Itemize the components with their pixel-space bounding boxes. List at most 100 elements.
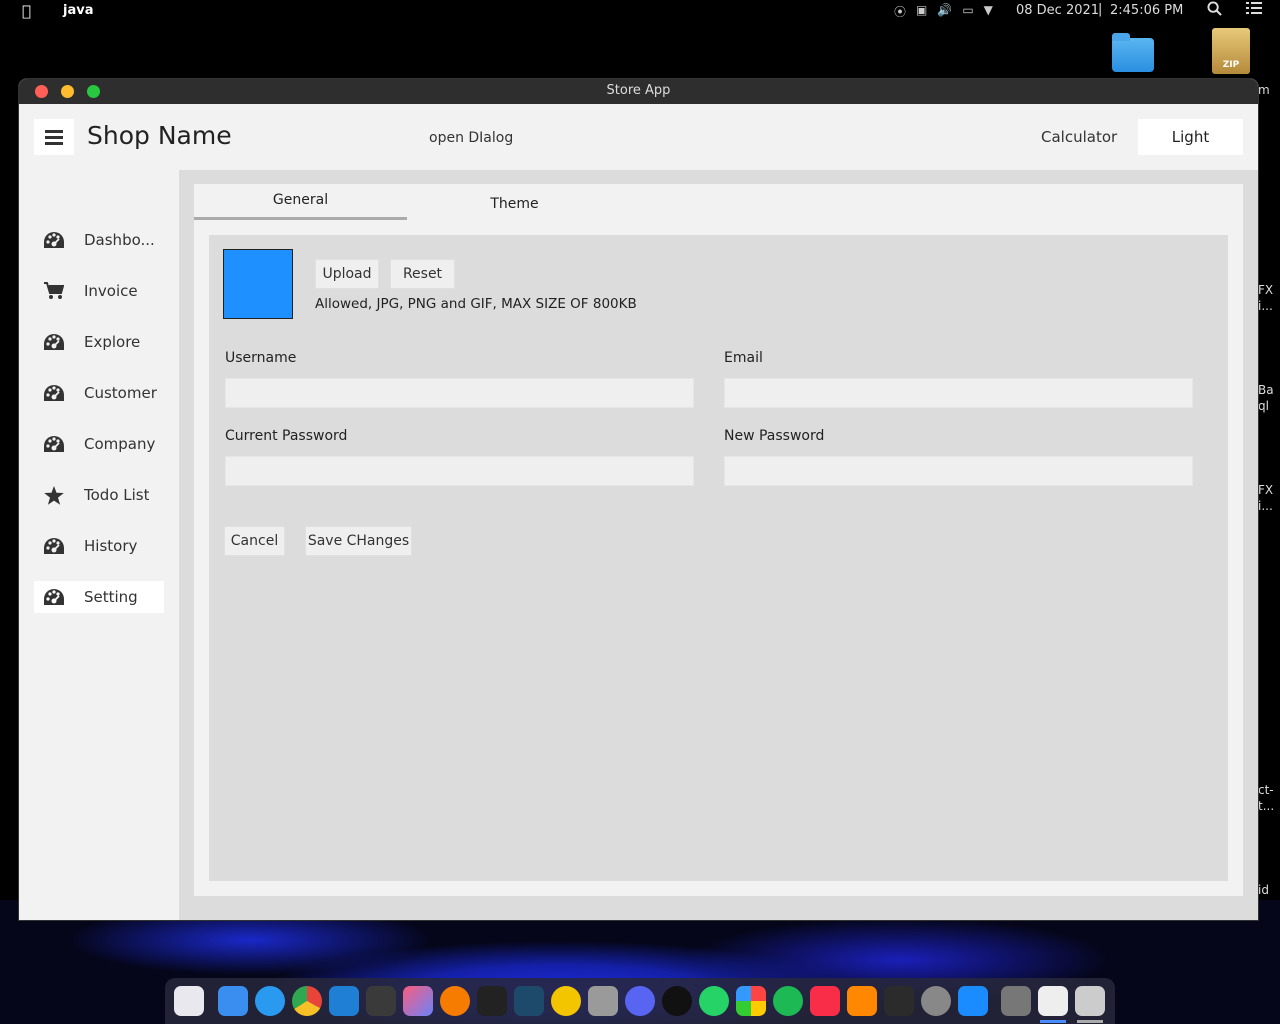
close-window-button[interactable] bbox=[35, 85, 48, 98]
menubar-separator: | bbox=[1098, 2, 1103, 17]
xquartz-icon[interactable] bbox=[1038, 986, 1068, 1016]
spotlight-search-icon[interactable] bbox=[1207, 1, 1222, 20]
github-icon[interactable] bbox=[662, 986, 692, 1016]
launchpad-icon[interactable] bbox=[174, 986, 204, 1016]
display-icon[interactable]: ▭ bbox=[962, 3, 973, 20]
menubar-date[interactable]: 08 Dec 2021 bbox=[1016, 3, 1099, 18]
intellij-icon[interactable] bbox=[403, 986, 433, 1016]
dock-active-indicator bbox=[1077, 1020, 1103, 1023]
current-password-field[interactable] bbox=[225, 456, 694, 486]
sidebar-item-todo-list[interactable]: Todo List bbox=[34, 479, 164, 511]
dashboard-icon bbox=[42, 536, 66, 556]
sidebar-item-label: Dashbo... bbox=[84, 231, 155, 249]
hamburger-menu-button[interactable] bbox=[34, 119, 74, 155]
whatsapp-icon[interactable] bbox=[699, 986, 729, 1016]
status-app-icon[interactable]: ⦿ bbox=[894, 3, 906, 20]
menubar-time[interactable]: 2:45:06 PM bbox=[1110, 3, 1183, 18]
general-settings-form: Upload Reset Allowed, JPG, PNG and GIF, … bbox=[209, 235, 1228, 881]
sidebar-item-label: Invoice bbox=[84, 282, 138, 300]
database-icon[interactable] bbox=[588, 986, 618, 1016]
sidebar-item-explore[interactable]: Explore bbox=[34, 326, 164, 358]
sidebar-item-company[interactable]: Company bbox=[34, 428, 164, 460]
dashboard-icon bbox=[42, 230, 66, 250]
hamburger-icon bbox=[45, 130, 63, 145]
sidebar-item-setting[interactable]: Setting bbox=[34, 581, 164, 613]
status-icons: ⦿ ▣ 🔊 ▭ ▼ bbox=[894, 3, 993, 20]
minimize-window-button[interactable] bbox=[61, 85, 74, 98]
apple-icon[interactable]:  bbox=[22, 2, 31, 20]
cancel-button[interactable]: Cancel bbox=[224, 526, 285, 556]
store-app-window: Store App Shop Name open DIalog Calculat… bbox=[19, 79, 1258, 920]
discord-icon[interactable] bbox=[625, 986, 655, 1016]
edge-text: m bbox=[1258, 83, 1270, 97]
mysql-workbench-icon[interactable] bbox=[514, 986, 544, 1016]
trash-icon[interactable] bbox=[1001, 986, 1031, 1016]
control-center-icon[interactable] bbox=[1246, 1, 1262, 19]
settings-panel: General Theme Upload Reset Allowed, JPG,… bbox=[194, 184, 1243, 896]
sublime-icon[interactable] bbox=[366, 986, 396, 1016]
edge-text: FX bbox=[1258, 483, 1274, 497]
music-icon[interactable] bbox=[810, 986, 840, 1016]
window-titlebar[interactable]: Store App bbox=[19, 79, 1258, 104]
app-header: Shop Name open DIalog Calculator Light bbox=[19, 104, 1258, 170]
screenshot-icon[interactable] bbox=[1075, 986, 1105, 1016]
terminal-icon[interactable] bbox=[884, 986, 914, 1016]
dashboard-icon bbox=[42, 383, 66, 403]
cart-icon bbox=[42, 281, 66, 301]
sidebar-item-dashboard[interactable]: Dashbo... bbox=[34, 224, 164, 256]
allowed-formats-text: Allowed, JPG, PNG and GIF, MAX SIZE OF 8… bbox=[315, 296, 637, 312]
upload-button[interactable]: Upload bbox=[315, 259, 379, 289]
system-preferences-icon[interactable] bbox=[921, 986, 951, 1016]
sidebar-item-customer[interactable]: Customer bbox=[34, 377, 164, 409]
volume-icon[interactable]: 🔊 bbox=[937, 3, 952, 20]
email-field[interactable] bbox=[724, 378, 1193, 408]
chevron-down-icon[interactable]: ▼ bbox=[984, 3, 993, 20]
edge-text: ql bbox=[1258, 399, 1269, 413]
username-field[interactable] bbox=[225, 378, 694, 408]
vlc-icon[interactable] bbox=[847, 986, 877, 1016]
star-icon bbox=[42, 485, 66, 505]
sidebar-item-label: Todo List bbox=[84, 486, 150, 504]
bitwarden-icon[interactable] bbox=[551, 986, 581, 1016]
save-changes-button[interactable]: Save CHanges bbox=[305, 526, 412, 556]
tab-theme[interactable]: Theme bbox=[407, 184, 622, 220]
chrome-icon[interactable] bbox=[292, 986, 322, 1016]
sidebar-item-label: History bbox=[84, 537, 138, 555]
safari-icon[interactable] bbox=[255, 986, 285, 1016]
sidebar-item-label: Company bbox=[84, 435, 156, 453]
sidebar: Dashbo... Invoice Explore Customer Compa… bbox=[19, 170, 179, 920]
clipboard-icon[interactable]: ▣ bbox=[916, 3, 927, 20]
shop-name-title: Shop Name bbox=[87, 121, 232, 150]
desktop-folder-icon[interactable] bbox=[1112, 33, 1154, 72]
spotify-icon[interactable] bbox=[773, 986, 803, 1016]
tab-general[interactable]: General bbox=[194, 184, 407, 220]
zip-label: ZIP bbox=[1222, 60, 1240, 70]
terminal-code-icon[interactable] bbox=[477, 986, 507, 1016]
edge-text: ct- bbox=[1258, 783, 1274, 797]
postman-icon[interactable] bbox=[440, 986, 470, 1016]
finder-icon[interactable] bbox=[218, 986, 248, 1016]
dock-active-indicator bbox=[1040, 1020, 1066, 1023]
edge-text: Ba bbox=[1258, 383, 1274, 397]
reset-button[interactable]: Reset bbox=[390, 259, 455, 289]
theme-toggle-button[interactable]: Light bbox=[1138, 119, 1243, 155]
sidebar-item-history[interactable]: History bbox=[34, 530, 164, 562]
desktop-zip-icon[interactable]: ZIP bbox=[1212, 28, 1250, 74]
app-store-icon[interactable] bbox=[958, 986, 988, 1016]
active-app-name[interactable]: java bbox=[63, 3, 93, 18]
vscode-icon[interactable] bbox=[329, 986, 359, 1016]
dock bbox=[165, 978, 1115, 1024]
new-password-label: New Password bbox=[724, 428, 825, 444]
open-dialog-button[interactable]: open DIalog bbox=[429, 130, 513, 146]
maximize-window-button[interactable] bbox=[87, 85, 100, 98]
edge-text: FX bbox=[1258, 283, 1274, 297]
new-password-field[interactable] bbox=[724, 456, 1193, 486]
edge-text: i... bbox=[1258, 499, 1273, 513]
photos-icon[interactable] bbox=[736, 986, 766, 1016]
edge-text: i... bbox=[1258, 299, 1273, 313]
username-label: Username bbox=[225, 350, 297, 366]
calculator-button[interactable]: Calculator bbox=[1041, 128, 1117, 146]
sidebar-item-invoice[interactable]: Invoice bbox=[34, 275, 164, 307]
sidebar-item-label: Setting bbox=[84, 588, 138, 606]
edge-text: t... bbox=[1258, 799, 1275, 813]
